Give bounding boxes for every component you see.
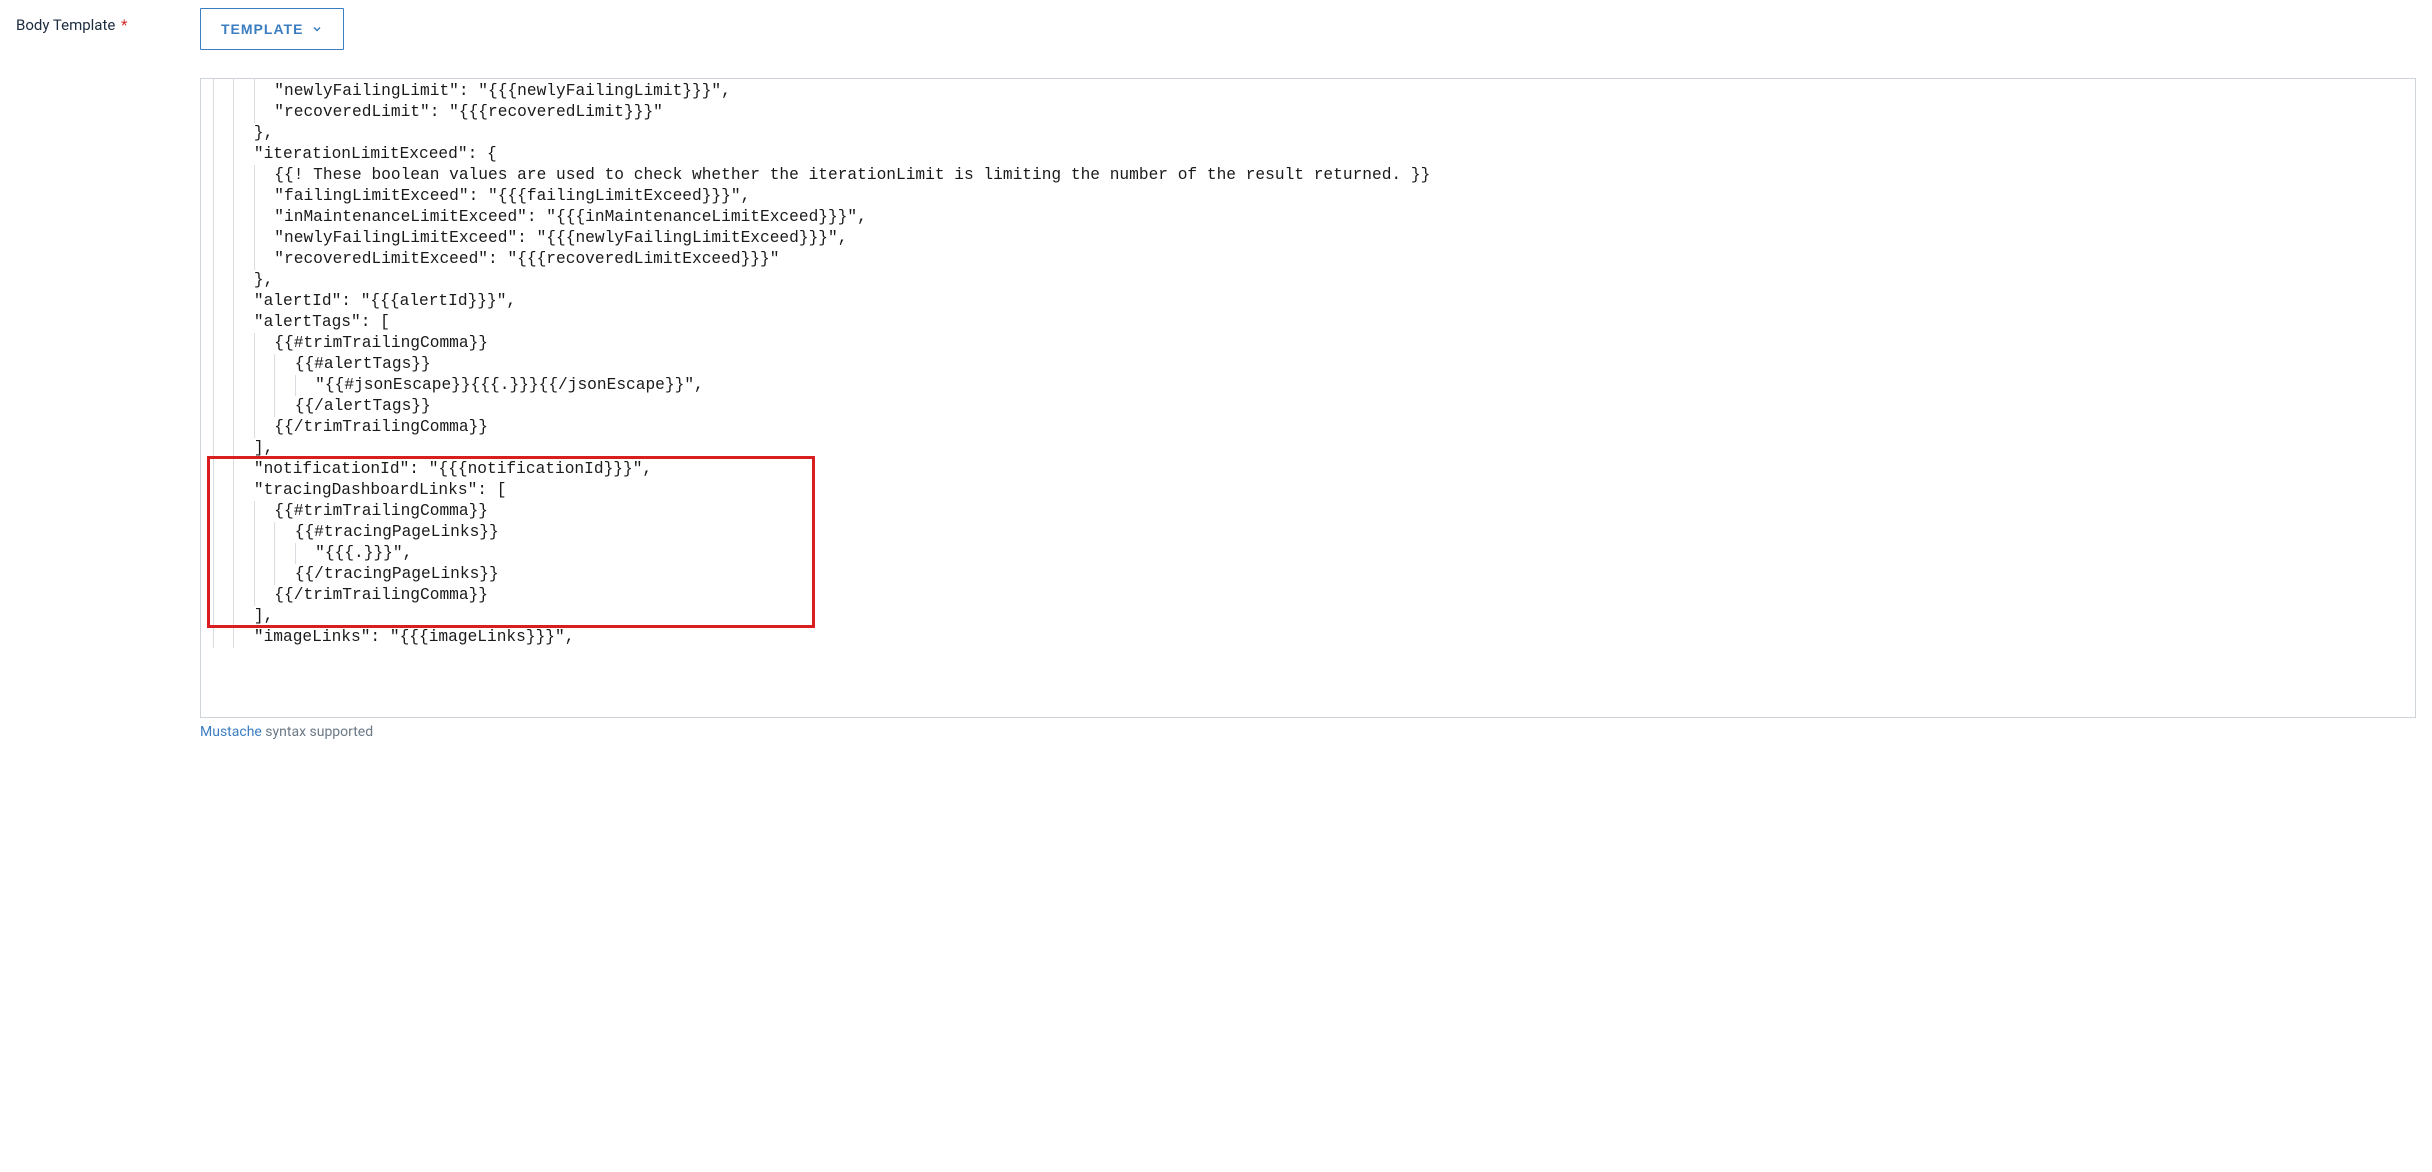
label-text: Body Template (16, 16, 115, 34)
code-line: {{#trimTrailingComma}} (213, 501, 2403, 522)
code-line: {{! These boolean values are used to che… (213, 165, 2403, 186)
code-line: "{{#jsonEscape}}{{{.}}}{{/jsonEscape}}", (213, 375, 2403, 396)
code-line: "iterationLimitExceed": { (213, 144, 2403, 165)
code-line: "alertTags": [ (213, 312, 2403, 333)
code-line: }, (213, 123, 2403, 144)
code-line: {{#alertTags}} (213, 354, 2403, 375)
code-line: "{{{.}}}", (213, 543, 2403, 564)
field-content: TEMPLATE "inMaintenanceLimit": "{{{inMai… (200, 8, 2416, 740)
code-line: "inMaintenanceLimitExceed": "{{{inMainte… (213, 207, 2403, 228)
code-line: {{#tracingPageLinks}} (213, 522, 2403, 543)
field-label: Body Template * (16, 8, 200, 34)
code-line: {{#trimTrailingComma}} (213, 333, 2403, 354)
code-line: {{/trimTrailingComma}} (213, 585, 2403, 606)
helper-text: Mustache syntax supported (200, 724, 2416, 740)
code-line: ], (213, 606, 2403, 627)
code-line: {{/trimTrailingComma}} (213, 417, 2403, 438)
code-line: ], (213, 438, 2403, 459)
helper-rest: syntax supported (262, 724, 373, 740)
required-marker: * (121, 16, 127, 34)
code-line: "recoveredLimitExceed": "{{{recoveredLim… (213, 249, 2403, 270)
code-content: "inMaintenanceLimit": "{{{inMaintenanceL… (213, 78, 2403, 648)
code-line: "alertId": "{{{alertId}}}", (213, 291, 2403, 312)
template-button-label: TEMPLATE (221, 21, 303, 37)
mustache-link[interactable]: Mustache (200, 724, 262, 740)
code-line: {{/alertTags}} (213, 396, 2403, 417)
form-row: Body Template * TEMPLATE "inMaintenanceL… (16, 8, 2416, 740)
code-line: {{/tracingPageLinks}} (213, 564, 2403, 585)
code-line: "notificationId": "{{{notificationId}}}"… (213, 459, 2403, 480)
code-line: "newlyFailingLimit": "{{{newlyFailingLim… (213, 81, 2403, 102)
code-line: "failingLimitExceed": "{{{failingLimitEx… (213, 186, 2403, 207)
chevron-down-icon (311, 23, 323, 35)
template-button[interactable]: TEMPLATE (200, 8, 344, 50)
code-line: }, (213, 270, 2403, 291)
body-template-editor[interactable]: "inMaintenanceLimit": "{{{inMaintenanceL… (200, 78, 2416, 718)
code-line: "tracingDashboardLinks": [ (213, 480, 2403, 501)
code-line: "recoveredLimit": "{{{recoveredLimit}}}" (213, 102, 2403, 123)
code-line: "newlyFailingLimitExceed": "{{{newlyFail… (213, 228, 2403, 249)
code-line: "imageLinks": "{{{imageLinks}}}", (213, 627, 2403, 648)
